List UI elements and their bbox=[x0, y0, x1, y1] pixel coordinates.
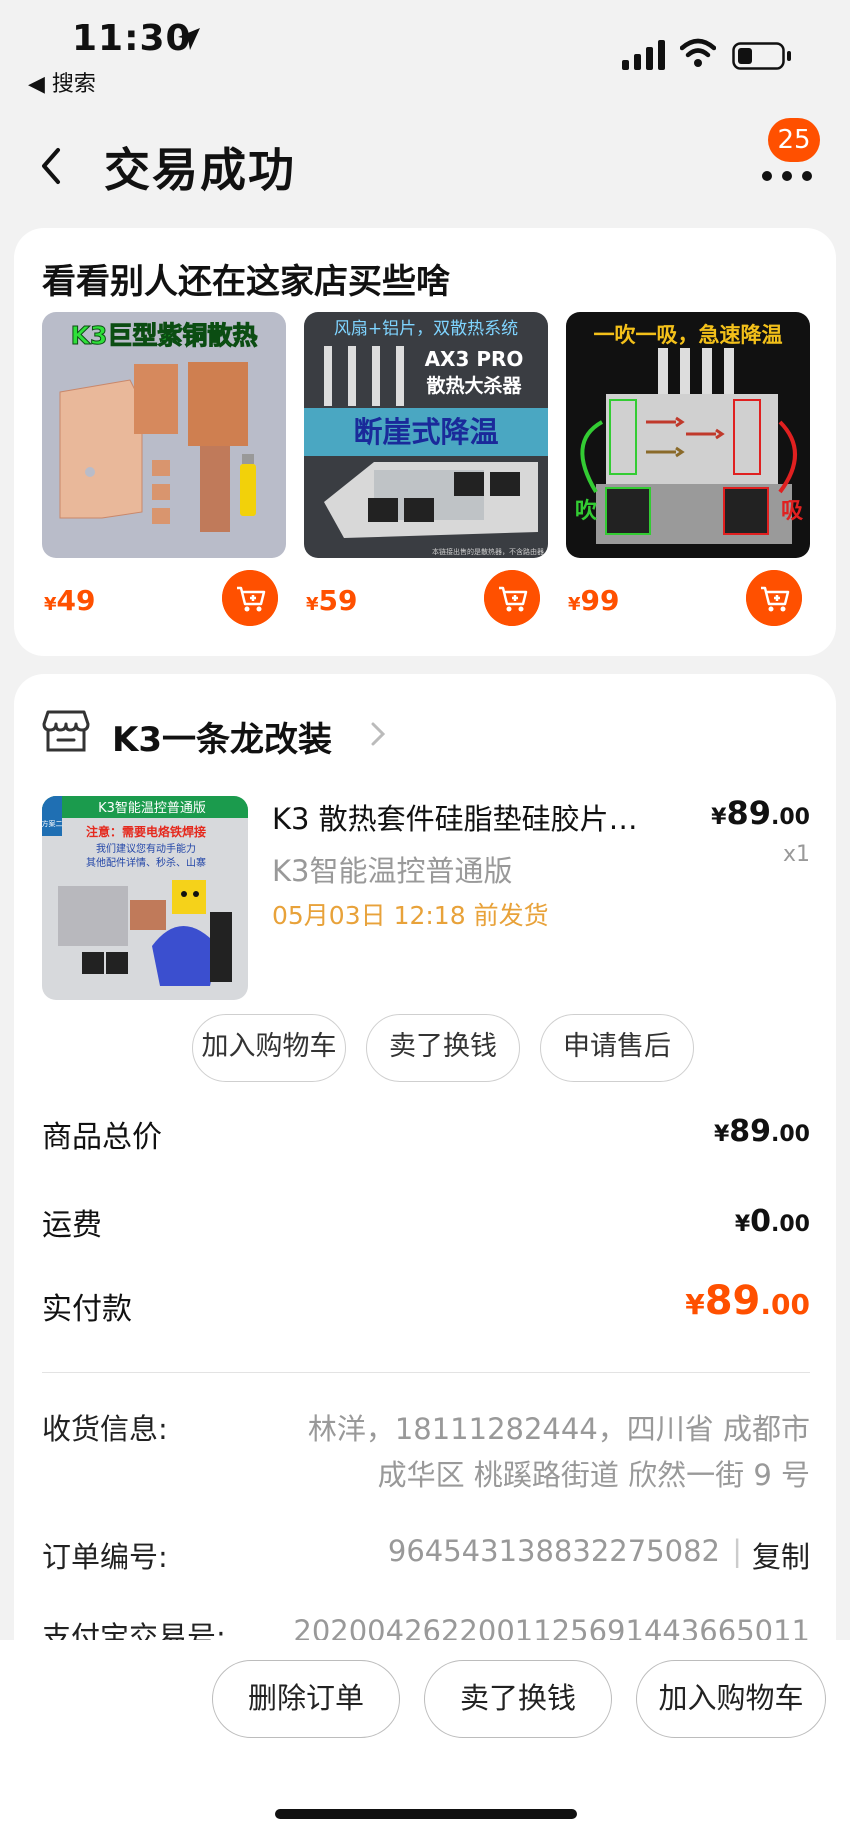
shipping-deadline: 05月03日 12:18 前发货 bbox=[272, 901, 549, 930]
shop-name[interactable]: K3一条龙改装 bbox=[112, 712, 332, 761]
recommendation-price: ¥59 bbox=[306, 584, 358, 617]
image-caption: 吸 bbox=[781, 499, 804, 524]
shipping-fee-label: 运费 bbox=[42, 1208, 102, 1243]
wifi-icon bbox=[680, 38, 716, 67]
order-number-value: 964543138832275082 bbox=[387, 1534, 720, 1568]
back-arrow-icon[interactable] bbox=[34, 144, 68, 188]
chevron-right-icon[interactable] bbox=[368, 720, 388, 748]
image-caption: 注意：需要电烙铁焊接 bbox=[86, 824, 206, 839]
sell-item-button[interactable]: 卖了换钱 bbox=[366, 1014, 520, 1082]
product-title[interactable]: K3 散热套件硅脂垫硅胶片… bbox=[272, 796, 692, 838]
separator: | bbox=[732, 1534, 742, 1568]
cellular-signal-icon bbox=[622, 40, 665, 70]
address-line: 林洋，18111282444，四川省 成都市 bbox=[307, 1412, 810, 1446]
shop-icon bbox=[42, 710, 90, 752]
image-caption: AX3 PRO bbox=[425, 347, 524, 371]
divider bbox=[42, 1372, 810, 1373]
status-time: 11:30 bbox=[72, 18, 192, 59]
bottom-action-bar: 删除订单 卖了换钱 加入购物车 bbox=[0, 1640, 850, 1839]
image-caption: K3巨型紫铜散热 bbox=[71, 321, 258, 350]
image-caption: 方案二 bbox=[42, 819, 63, 828]
image-caption: 本链接出售的是散热器，不含路由器 bbox=[432, 547, 544, 556]
address-value: 林洋，18111282444，四川省 成都市 成华区 桃蹊路街道 欣然一街 9 … bbox=[270, 1406, 810, 1498]
battery-icon bbox=[732, 42, 791, 70]
add-to-cart-icon[interactable] bbox=[746, 570, 802, 626]
address-label: 收货信息: bbox=[42, 1412, 168, 1446]
image-caption: 断崖式降温 bbox=[353, 415, 498, 449]
page-title: 交易成功 bbox=[104, 143, 296, 197]
add-to-cart-button[interactable]: 加入购物车 bbox=[192, 1014, 346, 1082]
after-sales-button[interactable]: 申请售后 bbox=[540, 1014, 694, 1082]
order-number-label: 订单编号: bbox=[42, 1540, 168, 1574]
recommendation-item[interactable]: K3巨型紫铜散热 ¥49 bbox=[42, 312, 286, 632]
image-caption: K3智能温控普通版 bbox=[98, 801, 206, 816]
product-image[interactable]: K3巨型紫铜散热 bbox=[42, 312, 286, 558]
add-to-cart-button[interactable]: 加入购物车 bbox=[636, 1660, 826, 1738]
recommendation-price: ¥49 bbox=[44, 584, 96, 617]
recommendation-card: 看看别人还在这家店买些啥 K3巨型紫铜散热 ¥49 风扇+铝片，双散热系统 AX… bbox=[14, 228, 836, 656]
status-bar: 11:30 ◀ 搜索 bbox=[0, 0, 850, 100]
delete-order-button[interactable]: 删除订单 bbox=[212, 1660, 400, 1738]
paid-value: ¥89.00 bbox=[685, 1278, 810, 1324]
sell-item-button[interactable]: 卖了换钱 bbox=[424, 1660, 612, 1738]
home-indicator[interactable] bbox=[275, 1809, 577, 1819]
back-to-search-link[interactable]: ◀ 搜索 bbox=[28, 66, 96, 98]
shipping-fee-value: ¥0.00 bbox=[734, 1204, 810, 1239]
product-quantity: x1 bbox=[782, 842, 810, 867]
product-image[interactable]: 一吹一吸，急速降温 吹 吸 bbox=[566, 312, 810, 558]
image-caption: 一吹一吸，急速降温 bbox=[594, 323, 783, 347]
product-image[interactable]: K3智能温控普通版 方案二 注意：需要电烙铁焊接 我们建议您有动手能力 其他配件… bbox=[42, 796, 248, 1000]
message-count-badge: 25 bbox=[768, 118, 820, 162]
page-header: 交易成功 25 bbox=[0, 110, 850, 220]
recommendation-price: ¥99 bbox=[568, 584, 620, 617]
image-caption: 散热大杀器 bbox=[426, 374, 522, 397]
recommendation-item[interactable]: 风扇+铝片，双散热系统 AX3 PRO 散热大杀器 断崖式降温 本链接出售的是散… bbox=[304, 312, 548, 632]
location-arrow-icon bbox=[178, 28, 200, 50]
recommendation-title: 看看别人还在这家店买些啥 bbox=[42, 262, 450, 302]
product-image[interactable]: 风扇+铝片，双散热系统 AX3 PRO 散热大杀器 断崖式降温 本链接出售的是散… bbox=[304, 312, 548, 558]
image-caption: 风扇+铝片，双散热系统 bbox=[334, 319, 518, 339]
product-price: ¥89.00 bbox=[711, 794, 810, 832]
address-line: 成华区 桃蹊路街道 欣然一街 9 号 bbox=[377, 1458, 810, 1492]
add-to-cart-icon[interactable] bbox=[484, 570, 540, 626]
copy-order-number-button[interactable]: 复制 bbox=[752, 1534, 810, 1576]
add-to-cart-icon[interactable] bbox=[222, 570, 278, 626]
total-value: ¥89.00 bbox=[713, 1114, 810, 1149]
image-caption: 其他配件详情、秒杀、山寨 bbox=[86, 856, 206, 869]
image-caption: 吹 bbox=[575, 498, 598, 524]
image-caption: 我们建议您有动手能力 bbox=[96, 842, 196, 855]
recommendation-item[interactable]: 一吹一吸，急速降温 吹 吸 ¥99 bbox=[566, 312, 810, 632]
product-spec: K3智能温控普通版 bbox=[272, 854, 513, 888]
total-label: 商品总价 bbox=[42, 1120, 162, 1155]
paid-label: 实付款 bbox=[42, 1292, 132, 1327]
